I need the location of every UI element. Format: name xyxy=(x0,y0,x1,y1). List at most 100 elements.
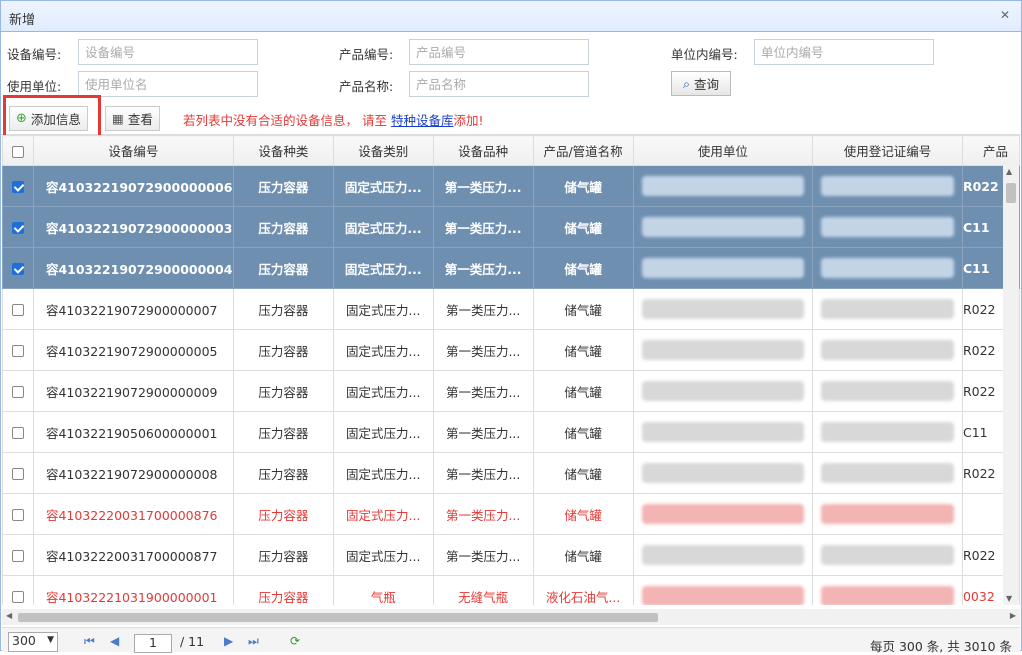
col-equip-code[interactable]: 设备编号 xyxy=(32,135,234,166)
view-button[interactable]: ▦ 查看 xyxy=(105,106,160,131)
user-unit-label: 使用单位: xyxy=(7,79,62,94)
table-row[interactable]: 容41032220031700000876 压力容器 固定式压力... 第一类压力..… xyxy=(2,493,1020,535)
scroll-up-icon[interactable]: ▲ xyxy=(1006,167,1012,176)
row-checkbox[interactable] xyxy=(11,263,24,275)
cell-variety: 第一类压力... xyxy=(432,411,534,453)
table-row[interactable]: 容41032221031900000001 压力容器 气瓶 无缝气瓶 液化石油气... 0… xyxy=(2,575,1020,605)
row-checkbox[interactable] xyxy=(11,222,24,234)
horizontal-scroll-thumb[interactable] xyxy=(18,613,658,622)
equip-code-input[interactable] xyxy=(78,39,258,65)
table-row[interactable]: 容41032219072900000003 压力容器 固定式压力... 第一类压力..… xyxy=(2,206,1020,248)
row-select-cell[interactable] xyxy=(2,452,34,494)
col-equip-kind[interactable]: 设备种类 xyxy=(232,135,334,166)
row-select-cell[interactable] xyxy=(2,493,34,535)
row-select-cell[interactable] xyxy=(2,165,34,207)
row-select-cell[interactable] xyxy=(2,329,34,371)
row-checkbox[interactable] xyxy=(11,468,24,480)
row-checkbox[interactable] xyxy=(11,591,24,603)
cell-kind: 压力容器 xyxy=(232,452,334,494)
scroll-left-icon[interactable]: ◀ xyxy=(6,611,12,620)
next-page-icon[interactable]: ▶ xyxy=(224,634,233,648)
cell-code: 容41032219072900000007 xyxy=(32,288,234,330)
first-page-icon[interactable]: ⏮ xyxy=(84,634,95,649)
table-header: 设备编号 设备种类 设备类别 设备品种 产品/管道名称 使用单位 使用登记证编号… xyxy=(2,135,1020,166)
cell-kind: 压力容器 xyxy=(232,329,334,371)
notice-suffix: 添加! xyxy=(453,113,484,128)
row-select-cell[interactable] xyxy=(2,575,34,605)
row-select-cell[interactable] xyxy=(2,206,34,248)
page-number-input[interactable]: 1 xyxy=(134,634,172,653)
col-equip-variety[interactable]: 设备品种 xyxy=(432,135,534,166)
equipment-table: 设备编号 设备种类 设备类别 设备品种 产品/管道名称 使用单位 使用登记证编号… xyxy=(2,135,1020,605)
row-select-cell[interactable] xyxy=(2,534,34,576)
product-name-label: 产品名称: xyxy=(339,79,394,94)
row-select-cell[interactable] xyxy=(2,370,34,412)
refresh-icon[interactable]: ⟳ xyxy=(290,634,300,648)
redacted-block xyxy=(641,545,805,565)
cell-regno-redacted xyxy=(812,534,963,576)
cell-variety: 第一类压力... xyxy=(432,165,534,207)
cell-regno-redacted xyxy=(812,247,963,289)
col-product[interactable]: 产品 xyxy=(961,135,1020,166)
cell-unit-redacted xyxy=(632,165,814,207)
row-checkbox[interactable] xyxy=(11,345,24,357)
row-select-cell[interactable] xyxy=(2,411,34,453)
close-icon[interactable]: ✕ xyxy=(999,9,1011,21)
query-button[interactable]: ⌕ 查询 xyxy=(671,71,731,96)
col-registration-no[interactable]: 使用登记证编号 xyxy=(812,135,963,166)
page-size-select[interactable]: 300 ▼ xyxy=(8,632,58,652)
vertical-scroll-thumb[interactable] xyxy=(1006,183,1016,203)
table-row[interactable]: 容41032219072900000005 压力容器 固定式压力... 第一类压力..… xyxy=(2,329,1020,371)
notice-text: 若列表中没有合适的设备信息， 请至 特种设备库添加! xyxy=(183,110,484,129)
scroll-down-icon[interactable]: ▼ xyxy=(1006,594,1012,603)
select-all-cell[interactable] xyxy=(2,135,34,166)
row-checkbox[interactable] xyxy=(11,181,24,193)
col-product-name[interactable]: 产品/管道名称 xyxy=(532,135,634,166)
table-row[interactable]: 容41032219072900000004 压力容器 固定式压力... 第一类压力..… xyxy=(2,247,1020,289)
add-info-label: 添加信息 xyxy=(30,112,81,127)
cell-code: 容41032221031900000001 xyxy=(32,575,234,605)
cell-regno-redacted xyxy=(812,165,963,207)
row-checkbox[interactable] xyxy=(11,386,24,398)
cell-pname: 储气罐 xyxy=(532,206,634,248)
table-row[interactable]: 容41032219072900000006 压力容器 固定式压力... 第一类压力..… xyxy=(2,165,1020,207)
cell-code: 容41032219072900000009 xyxy=(32,370,234,412)
cell-kind: 压力容器 xyxy=(232,411,334,453)
product-code-input[interactable] xyxy=(409,39,589,65)
select-all-checkbox[interactable] xyxy=(11,145,24,158)
col-user-unit[interactable]: 使用单位 xyxy=(632,135,814,166)
horizontal-scrollbar[interactable]: ◀ ▶ xyxy=(2,609,1020,625)
cell-regno-redacted xyxy=(812,370,963,412)
dialog-titlebar: 新增 ✕ xyxy=(1,1,1021,32)
cell-cat: 固定式压力... xyxy=(332,206,434,248)
col-equip-category[interactable]: 设备类别 xyxy=(332,135,434,166)
row-checkbox[interactable] xyxy=(11,550,24,562)
vertical-scrollbar[interactable]: ▲ ▼ xyxy=(1003,165,1019,605)
row-checkbox[interactable] xyxy=(11,509,24,521)
last-page-icon[interactable]: ⏭ xyxy=(248,634,259,649)
table-row[interactable]: 容41032219050600000001 压力容器 固定式压力... 第一类压力..… xyxy=(2,411,1020,453)
cell-code: 容41032220031700000876 xyxy=(32,493,234,535)
special-equipment-link[interactable]: 特种设备库 xyxy=(391,113,454,128)
prev-page-icon[interactable]: ◀ xyxy=(110,634,119,648)
cell-variety: 第一类压力... xyxy=(432,329,534,371)
table-row[interactable]: 容41032219072900000009 压力容器 固定式压力... 第一类压力..… xyxy=(2,370,1020,412)
add-info-button[interactable]: ⊕ 添加信息 xyxy=(9,106,88,131)
cell-cat: 气瓶 xyxy=(332,575,434,605)
search-panel: 设备编号: 产品编号: 单位内编号: 使用单位: 产品名称: ⌕ 查询 xyxy=(1,33,1021,101)
product-name-input[interactable] xyxy=(409,71,589,97)
row-select-cell[interactable] xyxy=(2,247,34,289)
user-unit-input[interactable] xyxy=(78,71,258,97)
row-checkbox[interactable] xyxy=(11,427,24,439)
scroll-right-icon[interactable]: ▶ xyxy=(1010,611,1016,620)
table-row[interactable]: 容41032220031700000877 压力容器 固定式压力... 第一类压力..… xyxy=(2,534,1020,576)
redacted-block xyxy=(821,545,954,565)
unit-internal-input[interactable] xyxy=(754,39,934,65)
row-checkbox[interactable] xyxy=(11,304,24,316)
cell-regno-redacted xyxy=(812,206,963,248)
cell-code: 容41032219072900000004 xyxy=(32,247,234,289)
cell-pname: 储气罐 xyxy=(532,329,634,371)
table-row[interactable]: 容41032219072900000008 压力容器 固定式压力... 第一类压力..… xyxy=(2,452,1020,494)
row-select-cell[interactable] xyxy=(2,288,34,330)
table-row[interactable]: 容41032219072900000007 压力容器 固定式压力... 第一类压力..… xyxy=(2,288,1020,330)
